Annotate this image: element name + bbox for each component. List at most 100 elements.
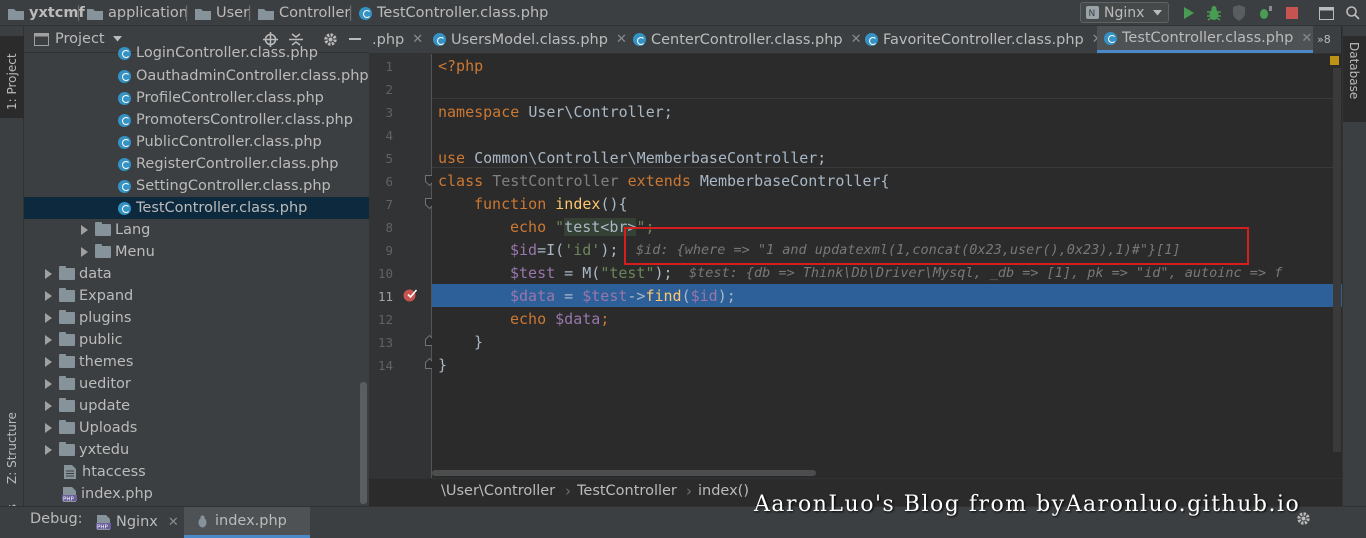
editor-horizontal-scrollbar[interactable] xyxy=(432,470,816,476)
variable-token: $id xyxy=(510,241,538,259)
tree-item-folder[interactable]: ueditor xyxy=(45,373,131,395)
tree-item-folder[interactable]: Expand xyxy=(45,285,133,307)
breadcrumb-class[interactable]: TestController xyxy=(577,483,677,499)
folder-icon xyxy=(258,7,274,20)
debug-tab-nginx[interactable]: PHP Nginx ✕ xyxy=(96,508,179,536)
tree-item-folder[interactable]: Menu xyxy=(81,241,155,263)
breadcrumb-project[interactable]: yxtcmf xyxy=(8,0,85,26)
project-view-select[interactable]: Project xyxy=(34,31,122,47)
tree-item-folder[interactable]: yxtedu xyxy=(45,439,129,461)
php-class-icon xyxy=(118,135,131,149)
function-name-token: find xyxy=(645,287,682,305)
editor-vertical-scrollbar[interactable] xyxy=(1333,68,1341,452)
line-number: 6 xyxy=(385,174,393,189)
search-icon xyxy=(1346,6,1360,20)
php-class-icon xyxy=(359,6,372,20)
tree-item-php-class[interactable]: RegisterController.class.php xyxy=(118,153,369,175)
variable-token: $id xyxy=(690,287,718,305)
line-number-current: 11 xyxy=(377,289,393,304)
code-line-13: } xyxy=(474,331,483,353)
chevron-down-icon xyxy=(1153,9,1163,16)
tree-item-php-class[interactable]: SettingController.class.php xyxy=(118,175,369,197)
tab-label: FavoriteController.class.php xyxy=(883,31,1084,48)
tab-users-model[interactable]: UsersModel.class.php ✕ xyxy=(431,26,627,53)
inline-value-text: $test: {db => Think\Db\Driver\Mysql, _db… xyxy=(689,265,1283,281)
breadcrumb-separator: › xyxy=(565,482,571,500)
punctuation-token: ); xyxy=(717,287,736,305)
minimize-icon[interactable] xyxy=(349,38,361,40)
structure-tool-button[interactable]: Z: Structure xyxy=(0,386,24,486)
tree-item-folder[interactable]: update xyxy=(45,395,130,417)
line-number: 10 xyxy=(377,266,393,281)
window-icon xyxy=(1318,6,1334,20)
database-tool-button[interactable]: Database xyxy=(1343,36,1366,122)
chevron-right-icon xyxy=(81,225,88,235)
debug-button[interactable] xyxy=(1205,4,1223,22)
folder-icon xyxy=(195,7,211,20)
tree-item-php-class[interactable]: ProfileController.class.php xyxy=(118,87,369,109)
keyword-token: function xyxy=(474,195,547,213)
breadcrumb-separator: | xyxy=(348,3,354,21)
tree-item-php-class[interactable]: LoginController.class.php xyxy=(118,42,369,64)
search-button[interactable] xyxy=(1344,4,1362,22)
tree-item-folder[interactable]: data xyxy=(45,263,112,285)
tree-item-php-class[interactable]: OauthadminController.class.php xyxy=(118,65,369,87)
attach-debugger-button[interactable] xyxy=(1256,4,1274,22)
folder-icon xyxy=(87,7,103,20)
tab-overflow-button[interactable]: »8 xyxy=(1317,33,1331,46)
close-icon[interactable]: ✕ xyxy=(1301,31,1312,46)
breadcrumb-controller[interactable]: Controller xyxy=(258,0,350,26)
tree-item-php-file[interactable]: PHP index.php xyxy=(62,483,153,505)
run-button[interactable] xyxy=(1180,4,1198,22)
tree-item-folder[interactable]: Lang xyxy=(81,219,150,241)
inspection-status-icon[interactable] xyxy=(1330,56,1339,65)
breadcrumb-application[interactable]: application xyxy=(87,0,188,26)
code-line-12: echo $data; xyxy=(510,308,609,330)
breakpoint-icon[interactable] xyxy=(402,287,418,303)
project-tool-label: 1: Project xyxy=(5,53,19,110)
stop-button[interactable] xyxy=(1283,4,1301,22)
close-icon[interactable]: ✕ xyxy=(616,32,627,47)
breadcrumb-namespace[interactable]: \User\Controller xyxy=(441,483,555,499)
identifier-token: = xyxy=(555,287,583,305)
string-token: 'id' xyxy=(564,241,601,259)
breadcrumb-file[interactable]: TestController.class.php xyxy=(359,0,548,26)
coverage-button[interactable] xyxy=(1230,4,1248,22)
string-token: "test" xyxy=(600,264,655,282)
layout-button[interactable] xyxy=(1317,4,1335,22)
tree-item-php-class[interactable]: PublicController.class.php xyxy=(118,131,369,153)
close-icon[interactable]: ✕ xyxy=(412,32,423,47)
project-view-icon xyxy=(34,32,49,46)
project-tool-button[interactable]: 1: Project xyxy=(0,36,24,118)
tree-item-folder[interactable]: Uploads xyxy=(45,417,137,439)
tab-favorite-controller[interactable]: FavoriteController.class.php ✕ xyxy=(863,26,1103,53)
tab-truncated[interactable]: .php ✕ xyxy=(369,26,427,53)
close-icon[interactable]: ✕ xyxy=(168,515,179,530)
line-number: 14 xyxy=(377,358,393,373)
debug-tab-index-php[interactable]: index.php xyxy=(184,507,310,538)
tree-item-folder[interactable]: plugins xyxy=(45,307,131,329)
tree-item-folder[interactable]: themes xyxy=(45,351,133,373)
folder-icon xyxy=(59,266,75,280)
code-editor[interactable]: <?php namespace User\Controller; use Com… xyxy=(432,54,1342,478)
navigation-bar: yxtcmf | application | User | Controller… xyxy=(0,0,1366,26)
line-number: 5 xyxy=(385,151,393,166)
tab-test-controller[interactable]: TestController.class.php ✕ xyxy=(1097,26,1313,53)
run-configuration-select[interactable]: N Nginx xyxy=(1080,2,1169,23)
nginx-icon: N xyxy=(1086,6,1099,19)
tree-item-php-class-selected[interactable]: TestController.class.php xyxy=(24,197,369,219)
php-class-icon xyxy=(118,69,131,83)
chevron-right-icon xyxy=(45,423,52,433)
close-icon[interactable]: ✕ xyxy=(851,32,862,47)
tree-item-php-class[interactable]: PromotersController.class.php xyxy=(118,109,369,131)
string-token: " xyxy=(555,218,565,236)
tree-item-folder[interactable]: public xyxy=(45,329,123,351)
tree-item-label: SettingController.class.php xyxy=(136,178,331,194)
annotation-highlight-box xyxy=(624,227,1249,265)
tab-center-controller[interactable]: CenterController.class.php ✕ xyxy=(631,26,862,53)
project-scrollbar[interactable] xyxy=(360,382,367,504)
tree-item-file[interactable]: htaccess xyxy=(64,461,146,483)
breadcrumb-method[interactable]: index() xyxy=(698,483,749,499)
keyword-token: extends xyxy=(627,172,691,190)
breadcrumb-user[interactable]: User xyxy=(195,0,249,26)
